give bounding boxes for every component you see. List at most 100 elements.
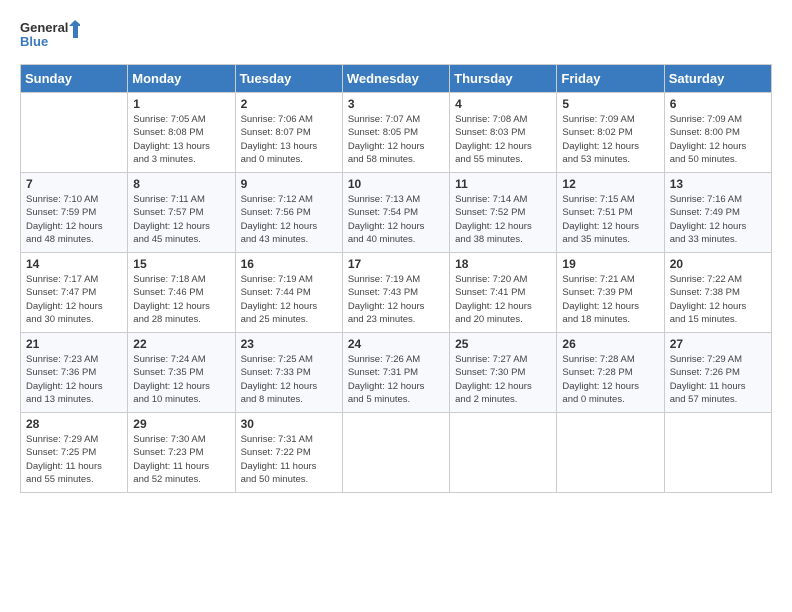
day-info: Sunrise: 7:08 AM Sunset: 8:03 PM Dayligh… (455, 113, 551, 166)
day-info: Sunrise: 7:22 AM Sunset: 7:38 PM Dayligh… (670, 273, 766, 326)
calendar-cell: 15 Sunrise: 7:18 AM Sunset: 7:46 PM Dayli… (128, 253, 235, 333)
calendar-cell: 10Sunrise: 7:13 AM Sunset: 7:54 PM Dayli… (342, 173, 449, 253)
day-number: 11 (455, 177, 551, 191)
calendar-cell: 6Sunrise: 7:09 AM Sunset: 8:00 PM Daylig… (664, 93, 771, 173)
calendar-cell (450, 413, 557, 493)
day-info: Sunrise: 7:19 AM Sunset: 7:43 PM Dayligh… (348, 273, 444, 326)
week-row-5: 28 Sunrise: 7:29 AM Sunset: 7:25 PM Dayli… (21, 413, 772, 493)
day-number: 12 (562, 177, 658, 191)
header-row: SundayMondayTuesdayWednesdayThursdayFrid… (21, 65, 772, 93)
calendar-cell: 7 Sunrise: 7:10 AM Sunset: 7:59 PM Daylig… (21, 173, 128, 253)
day-number: 7 (26, 177, 122, 191)
day-info: Sunrise: 7:25 AM Sunset: 7:33 PM Dayligh… (241, 353, 337, 406)
header-day-wednesday: Wednesday (342, 65, 449, 93)
day-info: Sunrise: 7:15 AM Sunset: 7:51 PM Dayligh… (562, 193, 658, 246)
calendar-cell: 18Sunrise: 7:20 AM Sunset: 7:41 PM Dayli… (450, 253, 557, 333)
day-info: Sunrise: 7:24 AM Sunset: 7:35 PM Dayligh… (133, 353, 229, 406)
calendar-cell: 9 Sunrise: 7:12 AM Sunset: 7:56 PM Daylig… (235, 173, 342, 253)
day-number: 28 (26, 417, 122, 431)
header-day-friday: Friday (557, 65, 664, 93)
day-number: 4 (455, 97, 551, 111)
day-number: 17 (348, 257, 444, 271)
day-info: Sunrise: 7:21 AM Sunset: 7:39 PM Dayligh… (562, 273, 658, 326)
calendar-cell (342, 413, 449, 493)
header-day-tuesday: Tuesday (235, 65, 342, 93)
day-info: Sunrise: 7:13 AM Sunset: 7:54 PM Dayligh… (348, 193, 444, 246)
svg-text:General: General (20, 20, 68, 35)
day-info: Sunrise: 7:10 AM Sunset: 7:59 PM Dayligh… (26, 193, 122, 246)
day-number: 23 (241, 337, 337, 351)
day-number: 8 (133, 177, 229, 191)
day-info: Sunrise: 7:06 AM Sunset: 8:07 PM Dayligh… (241, 113, 337, 166)
calendar-cell (664, 413, 771, 493)
calendar-cell: 28 Sunrise: 7:29 AM Sunset: 7:25 PM Dayli… (21, 413, 128, 493)
calendar-cell: 27 Sunrise: 7:29 AM Sunset: 7:26 PM Dayli… (664, 333, 771, 413)
calendar-cell: 3 Sunrise: 7:07 AM Sunset: 8:05 PM Daylig… (342, 93, 449, 173)
day-info: Sunrise: 7:18 AM Sunset: 7:46 PM Dayligh… (133, 273, 229, 326)
day-number: 21 (26, 337, 122, 351)
day-info: Sunrise: 7:30 AM Sunset: 7:23 PM Dayligh… (133, 433, 229, 486)
day-number: 13 (670, 177, 766, 191)
day-info: Sunrise: 7:29 AM Sunset: 7:25 PM Dayligh… (26, 433, 122, 486)
day-info: Sunrise: 7:29 AM Sunset: 7:26 PM Dayligh… (670, 353, 766, 406)
calendar-cell: 8 Sunrise: 7:11 AM Sunset: 7:57 PM Daylig… (128, 173, 235, 253)
day-info: Sunrise: 7:16 AM Sunset: 7:49 PM Dayligh… (670, 193, 766, 246)
calendar-cell: 14 Sunrise: 7:17 AM Sunset: 7:47 PM Dayli… (21, 253, 128, 333)
calendar-cell: 17 Sunrise: 7:19 AM Sunset: 7:43 PM Dayli… (342, 253, 449, 333)
calendar-cell: 22Sunrise: 7:24 AM Sunset: 7:35 PM Dayli… (128, 333, 235, 413)
day-number: 19 (562, 257, 658, 271)
day-number: 1 (133, 97, 229, 111)
calendar-cell: 2 Sunrise: 7:06 AM Sunset: 8:07 PM Daylig… (235, 93, 342, 173)
logo-svg: General Blue (20, 18, 80, 54)
day-number: 29 (133, 417, 229, 431)
day-info: Sunrise: 7:14 AM Sunset: 7:52 PM Dayligh… (455, 193, 551, 246)
day-info: Sunrise: 7:19 AM Sunset: 7:44 PM Dayligh… (241, 273, 337, 326)
calendar-cell: 23 Sunrise: 7:25 AM Sunset: 7:33 PM Dayli… (235, 333, 342, 413)
calendar-cell: 13 Sunrise: 7:16 AM Sunset: 7:49 PM Dayli… (664, 173, 771, 253)
calendar-cell: 11 Sunrise: 7:14 AM Sunset: 7:52 PM Dayli… (450, 173, 557, 253)
calendar-cell: 4 Sunrise: 7:08 AM Sunset: 8:03 PM Daylig… (450, 93, 557, 173)
header-day-saturday: Saturday (664, 65, 771, 93)
day-info: Sunrise: 7:27 AM Sunset: 7:30 PM Dayligh… (455, 353, 551, 406)
day-number: 20 (670, 257, 766, 271)
page: General Blue SundayMondayTuesdayWednesda… (0, 0, 792, 612)
day-info: Sunrise: 7:09 AM Sunset: 8:02 PM Dayligh… (562, 113, 658, 166)
header-day-thursday: Thursday (450, 65, 557, 93)
day-number: 26 (562, 337, 658, 351)
day-number: 18 (455, 257, 551, 271)
day-number: 2 (241, 97, 337, 111)
calendar-cell: 24 Sunrise: 7:26 AM Sunset: 7:31 PM Dayli… (342, 333, 449, 413)
day-info: Sunrise: 7:11 AM Sunset: 7:57 PM Dayligh… (133, 193, 229, 246)
logo: General Blue (20, 18, 80, 54)
day-info: Sunrise: 7:31 AM Sunset: 7:22 PM Dayligh… (241, 433, 337, 486)
header-day-monday: Monday (128, 65, 235, 93)
calendar-cell: 26 Sunrise: 7:28 AM Sunset: 7:28 PM Dayli… (557, 333, 664, 413)
day-number: 3 (348, 97, 444, 111)
week-row-1: 1 Sunrise: 7:05 AM Sunset: 8:08 PM Daylig… (21, 93, 772, 173)
day-info: Sunrise: 7:28 AM Sunset: 7:28 PM Dayligh… (562, 353, 658, 406)
calendar-cell: 30Sunrise: 7:31 AM Sunset: 7:22 PM Dayli… (235, 413, 342, 493)
day-info: Sunrise: 7:17 AM Sunset: 7:47 PM Dayligh… (26, 273, 122, 326)
day-info: Sunrise: 7:05 AM Sunset: 8:08 PM Dayligh… (133, 113, 229, 166)
day-number: 14 (26, 257, 122, 271)
day-number: 15 (133, 257, 229, 271)
calendar-cell: 5Sunrise: 7:09 AM Sunset: 8:02 PM Daylig… (557, 93, 664, 173)
day-number: 27 (670, 337, 766, 351)
day-number: 25 (455, 337, 551, 351)
day-number: 24 (348, 337, 444, 351)
calendar-cell (21, 93, 128, 173)
day-info: Sunrise: 7:26 AM Sunset: 7:31 PM Dayligh… (348, 353, 444, 406)
day-info: Sunrise: 7:12 AM Sunset: 7:56 PM Dayligh… (241, 193, 337, 246)
header: General Blue (20, 18, 772, 54)
day-info: Sunrise: 7:09 AM Sunset: 8:00 PM Dayligh… (670, 113, 766, 166)
calendar-cell: 29 Sunrise: 7:30 AM Sunset: 7:23 PM Dayli… (128, 413, 235, 493)
day-number: 9 (241, 177, 337, 191)
calendar-cell: 25 Sunrise: 7:27 AM Sunset: 7:30 PM Dayli… (450, 333, 557, 413)
calendar-cell: 19 Sunrise: 7:21 AM Sunset: 7:39 PM Dayli… (557, 253, 664, 333)
day-info: Sunrise: 7:07 AM Sunset: 8:05 PM Dayligh… (348, 113, 444, 166)
calendar-cell: 1 Sunrise: 7:05 AM Sunset: 8:08 PM Daylig… (128, 93, 235, 173)
week-row-2: 7 Sunrise: 7:10 AM Sunset: 7:59 PM Daylig… (21, 173, 772, 253)
calendar-cell (557, 413, 664, 493)
calendar-cell: 20 Sunrise: 7:22 AM Sunset: 7:38 PM Dayli… (664, 253, 771, 333)
svg-text:Blue: Blue (20, 34, 48, 49)
